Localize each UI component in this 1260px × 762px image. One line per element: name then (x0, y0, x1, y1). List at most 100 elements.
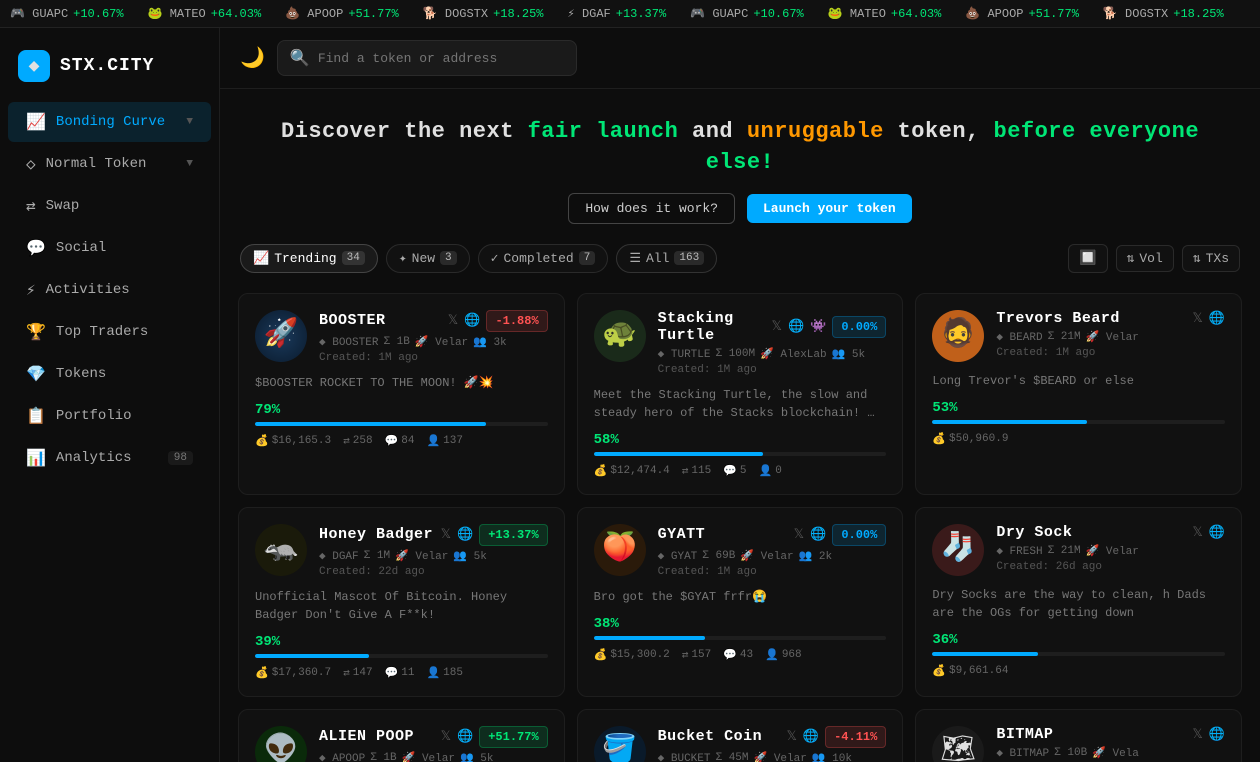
token-card[interactable]: 🚀 BOOSTER 𝕏 🌐 -1.88% ◆ BOOSTER Σ 1B 🚀 Ve… (238, 293, 565, 495)
twitter-icon[interactable]: 𝕏 (786, 729, 796, 744)
supply-meta: Σ 1B (370, 752, 396, 762)
comment-icon: 💬 (385, 434, 399, 448)
holders-meta: 👥 5k (832, 347, 866, 361)
card-created: Created: 26d ago (996, 561, 1225, 573)
progress-fill (255, 422, 486, 426)
filter-icon-button[interactable]: 🔲 (1068, 244, 1107, 273)
trending-count: 34 (342, 251, 365, 265)
card-meta: ◆ TURTLE Σ 100M 🚀 AlexLab 👥 5k (658, 347, 887, 361)
volume-stat: 💰$50,960.9 (932, 432, 1008, 446)
card-info: Trevors Beard 𝕏 🌐 ◆ BEARD Σ 21M 🚀 Velar … (996, 310, 1225, 359)
how-it-works-button[interactable]: How does it work? (568, 193, 735, 224)
symbol-meta: ◆ BUCKET (658, 751, 711, 762)
supply-meta: Σ 21M (1048, 545, 1081, 557)
token-card[interactable]: 🪣 Bucket Coin 𝕏 🌐 -4.11% ◆ BUCKET Σ 45M … (577, 709, 904, 762)
launchpad-meta: 🚀 Velar (1086, 330, 1139, 344)
progress-bar (255, 654, 548, 658)
token-card[interactable]: 👽 ALIEN POOP 𝕏 🌐 +51.77% ◆ APOOP Σ 1B 🚀 … (238, 709, 565, 762)
supply-meta: Σ 100M (716, 348, 756, 360)
globe-icon[interactable]: 🌐 (788, 319, 804, 334)
token-card[interactable]: 🐢 Stacking Turtle 𝕏 🌐 👾 0.00% ◆ TURTLE Σ… (577, 293, 904, 495)
token-avatar: 🐢 (594, 310, 646, 362)
globe-icon[interactable]: 🌐 (1209, 727, 1225, 742)
token-card[interactable]: 🧔 Trevors Beard 𝕏 🌐 ◆ BEARD Σ 21M 🚀 Vela… (915, 293, 1242, 495)
sidebar-item-social[interactable]: 💬 Social (8, 228, 211, 268)
search-input[interactable] (318, 51, 564, 66)
sidebar-item-label: Normal Token (46, 156, 147, 172)
twitter-icon[interactable]: 𝕏 (441, 527, 451, 542)
globe-icon[interactable]: 🌐 (810, 527, 826, 542)
card-meta: ◆ FRESH Σ 21M 🚀 Velar (996, 544, 1225, 558)
token-card[interactable]: 🧦 Dry Sock 𝕏 🌐 ◆ FRESH Σ 21M 🚀 Velar (915, 507, 1242, 697)
supply-meta: Σ 21M (1048, 331, 1081, 343)
price-change-badge: +13.37% (479, 524, 547, 546)
sidebar-item-portfolio[interactable]: 📋 Portfolio (8, 396, 211, 436)
token-card[interactable]: 🍑 GYATT 𝕏 🌐 0.00% ◆ GYAT Σ 69B 🚀 Velar (577, 507, 904, 697)
sidebar-item-label: Analytics (56, 450, 132, 466)
card-header: 🐢 Stacking Turtle 𝕏 🌐 👾 0.00% ◆ TURTLE Σ… (594, 310, 887, 376)
filter-new[interactable]: ✦ New 3 (386, 244, 470, 273)
progress-fill (594, 452, 764, 456)
sidebar-item-activities[interactable]: ⚡ Activities (8, 270, 211, 310)
sidebar-item-analytics[interactable]: 📊 Analytics 98 (8, 438, 211, 478)
card-header: 🦡 Honey Badger 𝕏 🌐 +13.37% ◆ DGAF Σ 1M 🚀… (255, 524, 548, 578)
sort-txs[interactable]: ⇅ TXs (1182, 245, 1240, 272)
search-bar[interactable]: 🔍 (277, 40, 577, 76)
twitter-icon[interactable]: 𝕏 (1192, 525, 1202, 540)
comment-icon: 💬 (385, 666, 399, 680)
normal-token-icon: ◇ (26, 154, 36, 174)
holders-stat: 👤0 (759, 464, 782, 478)
sidebar-item-tokens[interactable]: 💎 Tokens (8, 354, 211, 394)
holders-meta: 👥 5k (460, 751, 494, 762)
transfer-icon: ⇄ (682, 648, 689, 662)
card-description: Dry Socks are the way to clean, h Dads a… (932, 586, 1225, 622)
card-description: Bro got the $GYAT frfr😭 (594, 588, 887, 606)
globe-icon[interactable]: 🌐 (457, 729, 473, 744)
sidebar-item-label: Social (56, 240, 106, 256)
sidebar-item-bonding-curve[interactable]: 📈 Bonding Curve ▼ (8, 102, 211, 142)
sidebar-item-top-traders[interactable]: 🏆 Top Traders (8, 312, 211, 352)
holders-icon: 👤 (426, 666, 440, 680)
price-change-badge: -1.88% (486, 310, 547, 332)
token-avatar: 🧦 (932, 524, 984, 576)
twitter-icon[interactable]: 𝕏 (771, 319, 781, 334)
twitter-icon[interactable]: 𝕏 (1192, 727, 1202, 742)
symbol-meta: ◆ DGAF (319, 549, 359, 563)
launchpad-meta: 🚀 Vela (1092, 746, 1139, 760)
filter-completed[interactable]: ✓ Completed 7 (478, 244, 609, 273)
filter-trending[interactable]: 📈 Trending 34 (240, 244, 378, 273)
launchpad-meta: 🚀 AlexLab (760, 347, 827, 361)
price-change-badge: +51.77% (479, 726, 547, 748)
dark-mode-icon[interactable]: 🌙 (240, 45, 265, 71)
twitter-icon[interactable]: 𝕏 (1192, 311, 1202, 326)
all-count: 163 (674, 251, 704, 265)
token-card[interactable]: 🗺 BITMAP 𝕏 🌐 ◆ BITMAP Σ 10B 🚀 Vela (915, 709, 1242, 762)
globe-icon[interactable]: 🌐 (803, 729, 819, 744)
globe-icon[interactable]: 🌐 (464, 313, 480, 328)
launch-token-button[interactable]: Launch your token (747, 194, 912, 223)
globe-icon[interactable]: 🌐 (457, 527, 473, 542)
sidebar-item-normal-token[interactable]: ◇ Normal Token ▼ (8, 144, 211, 184)
filter-all[interactable]: ☰ All 163 (616, 244, 717, 273)
token-card[interactable]: 🦡 Honey Badger 𝕏 🌐 +13.37% ◆ DGAF Σ 1M 🚀… (238, 507, 565, 697)
card-header: 🗺 BITMAP 𝕏 🌐 ◆ BITMAP Σ 10B 🚀 Vela (932, 726, 1225, 762)
twitter-icon[interactable]: 𝕏 (441, 729, 451, 744)
twitter-icon[interactable]: 𝕏 (794, 527, 804, 542)
supply-meta: Σ 1B (383, 336, 409, 348)
all-icon: ☰ (629, 251, 641, 266)
globe-icon[interactable]: 🌐 (1209, 525, 1225, 540)
launchpad-meta: 🚀 Velar (402, 751, 455, 762)
discord-icon[interactable]: 👾 (810, 319, 826, 334)
comments-stat: 💬5 (723, 464, 746, 478)
card-info: BOOSTER 𝕏 🌐 -1.88% ◆ BOOSTER Σ 1B 🚀 Vela… (319, 310, 548, 364)
card-created: Created: 22d ago (319, 566, 548, 578)
trending-icon: 📈 (253, 251, 269, 266)
sort-arrows-icon: ⇅ (1127, 251, 1135, 266)
progress-label: 58% (594, 432, 887, 448)
filter-trending-label: Trending (274, 251, 336, 266)
twitter-icon[interactable]: 𝕏 (448, 313, 458, 328)
symbol-meta: ◆ APOOP (319, 751, 365, 762)
globe-icon[interactable]: 🌐 (1209, 311, 1225, 326)
sidebar-item-swap[interactable]: ⇄ Swap (8, 186, 211, 226)
sort-vol[interactable]: ⇅ Vol (1116, 245, 1174, 272)
